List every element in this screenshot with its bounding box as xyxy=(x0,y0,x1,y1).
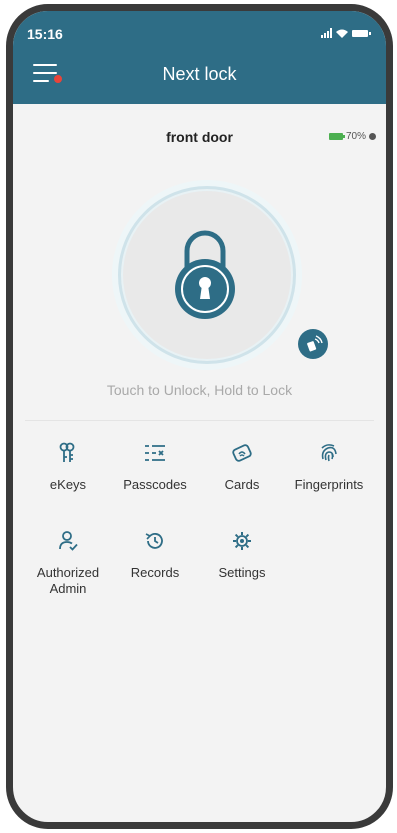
card-icon xyxy=(197,439,287,467)
fingerprint-icon xyxy=(284,439,374,467)
passcode-list-icon xyxy=(110,439,200,467)
history-icon xyxy=(110,527,200,555)
passcodes-item[interactable]: Passcodes xyxy=(110,439,200,493)
unlock-hint: Touch to Unlock, Hold to Lock xyxy=(106,382,293,398)
lock-battery-status: 70% xyxy=(328,131,376,142)
info-icon[interactable] xyxy=(369,133,376,140)
item-label: Settings xyxy=(218,565,266,580)
authorized-admin-item[interactable]: Authorized Admin xyxy=(23,527,113,597)
remote-phone-icon xyxy=(307,335,323,352)
battery-percentage: 70% xyxy=(345,131,366,142)
ekeys-item[interactable]: eKeys xyxy=(23,439,113,493)
key-icon xyxy=(23,439,113,467)
app-header: 15:16 Next lock xyxy=(13,11,386,104)
signal-icon xyxy=(321,28,332,38)
cards-item[interactable]: Cards xyxy=(197,439,287,493)
fingerprints-item[interactable]: Fingerprints xyxy=(284,439,374,493)
page-title: Next lock xyxy=(162,64,237,84)
unlock-button[interactable] xyxy=(118,186,296,364)
item-label: eKeys xyxy=(49,477,87,492)
item-label: Passcodes xyxy=(123,477,187,492)
status-icons xyxy=(321,28,371,38)
status-time: 15:16 xyxy=(27,26,63,42)
phone-frame: 15:16 Next lock front door 70% Touch to … xyxy=(6,4,393,829)
item-label: Records xyxy=(130,565,180,580)
remote-unlock-button[interactable] xyxy=(298,329,328,359)
admin-user-icon xyxy=(23,527,113,555)
settings-item[interactable]: Settings xyxy=(197,527,287,581)
battery-level-icon xyxy=(328,133,345,140)
item-label: Cards xyxy=(224,477,260,492)
divider xyxy=(25,420,374,421)
wifi-icon xyxy=(336,29,348,38)
item-label: Fingerprints xyxy=(294,477,364,492)
padlock-icon xyxy=(175,230,235,319)
item-label: Authorized Admin xyxy=(36,565,100,596)
gear-icon xyxy=(197,527,287,555)
records-item[interactable]: Records xyxy=(110,527,200,581)
battery-icon xyxy=(352,29,371,37)
